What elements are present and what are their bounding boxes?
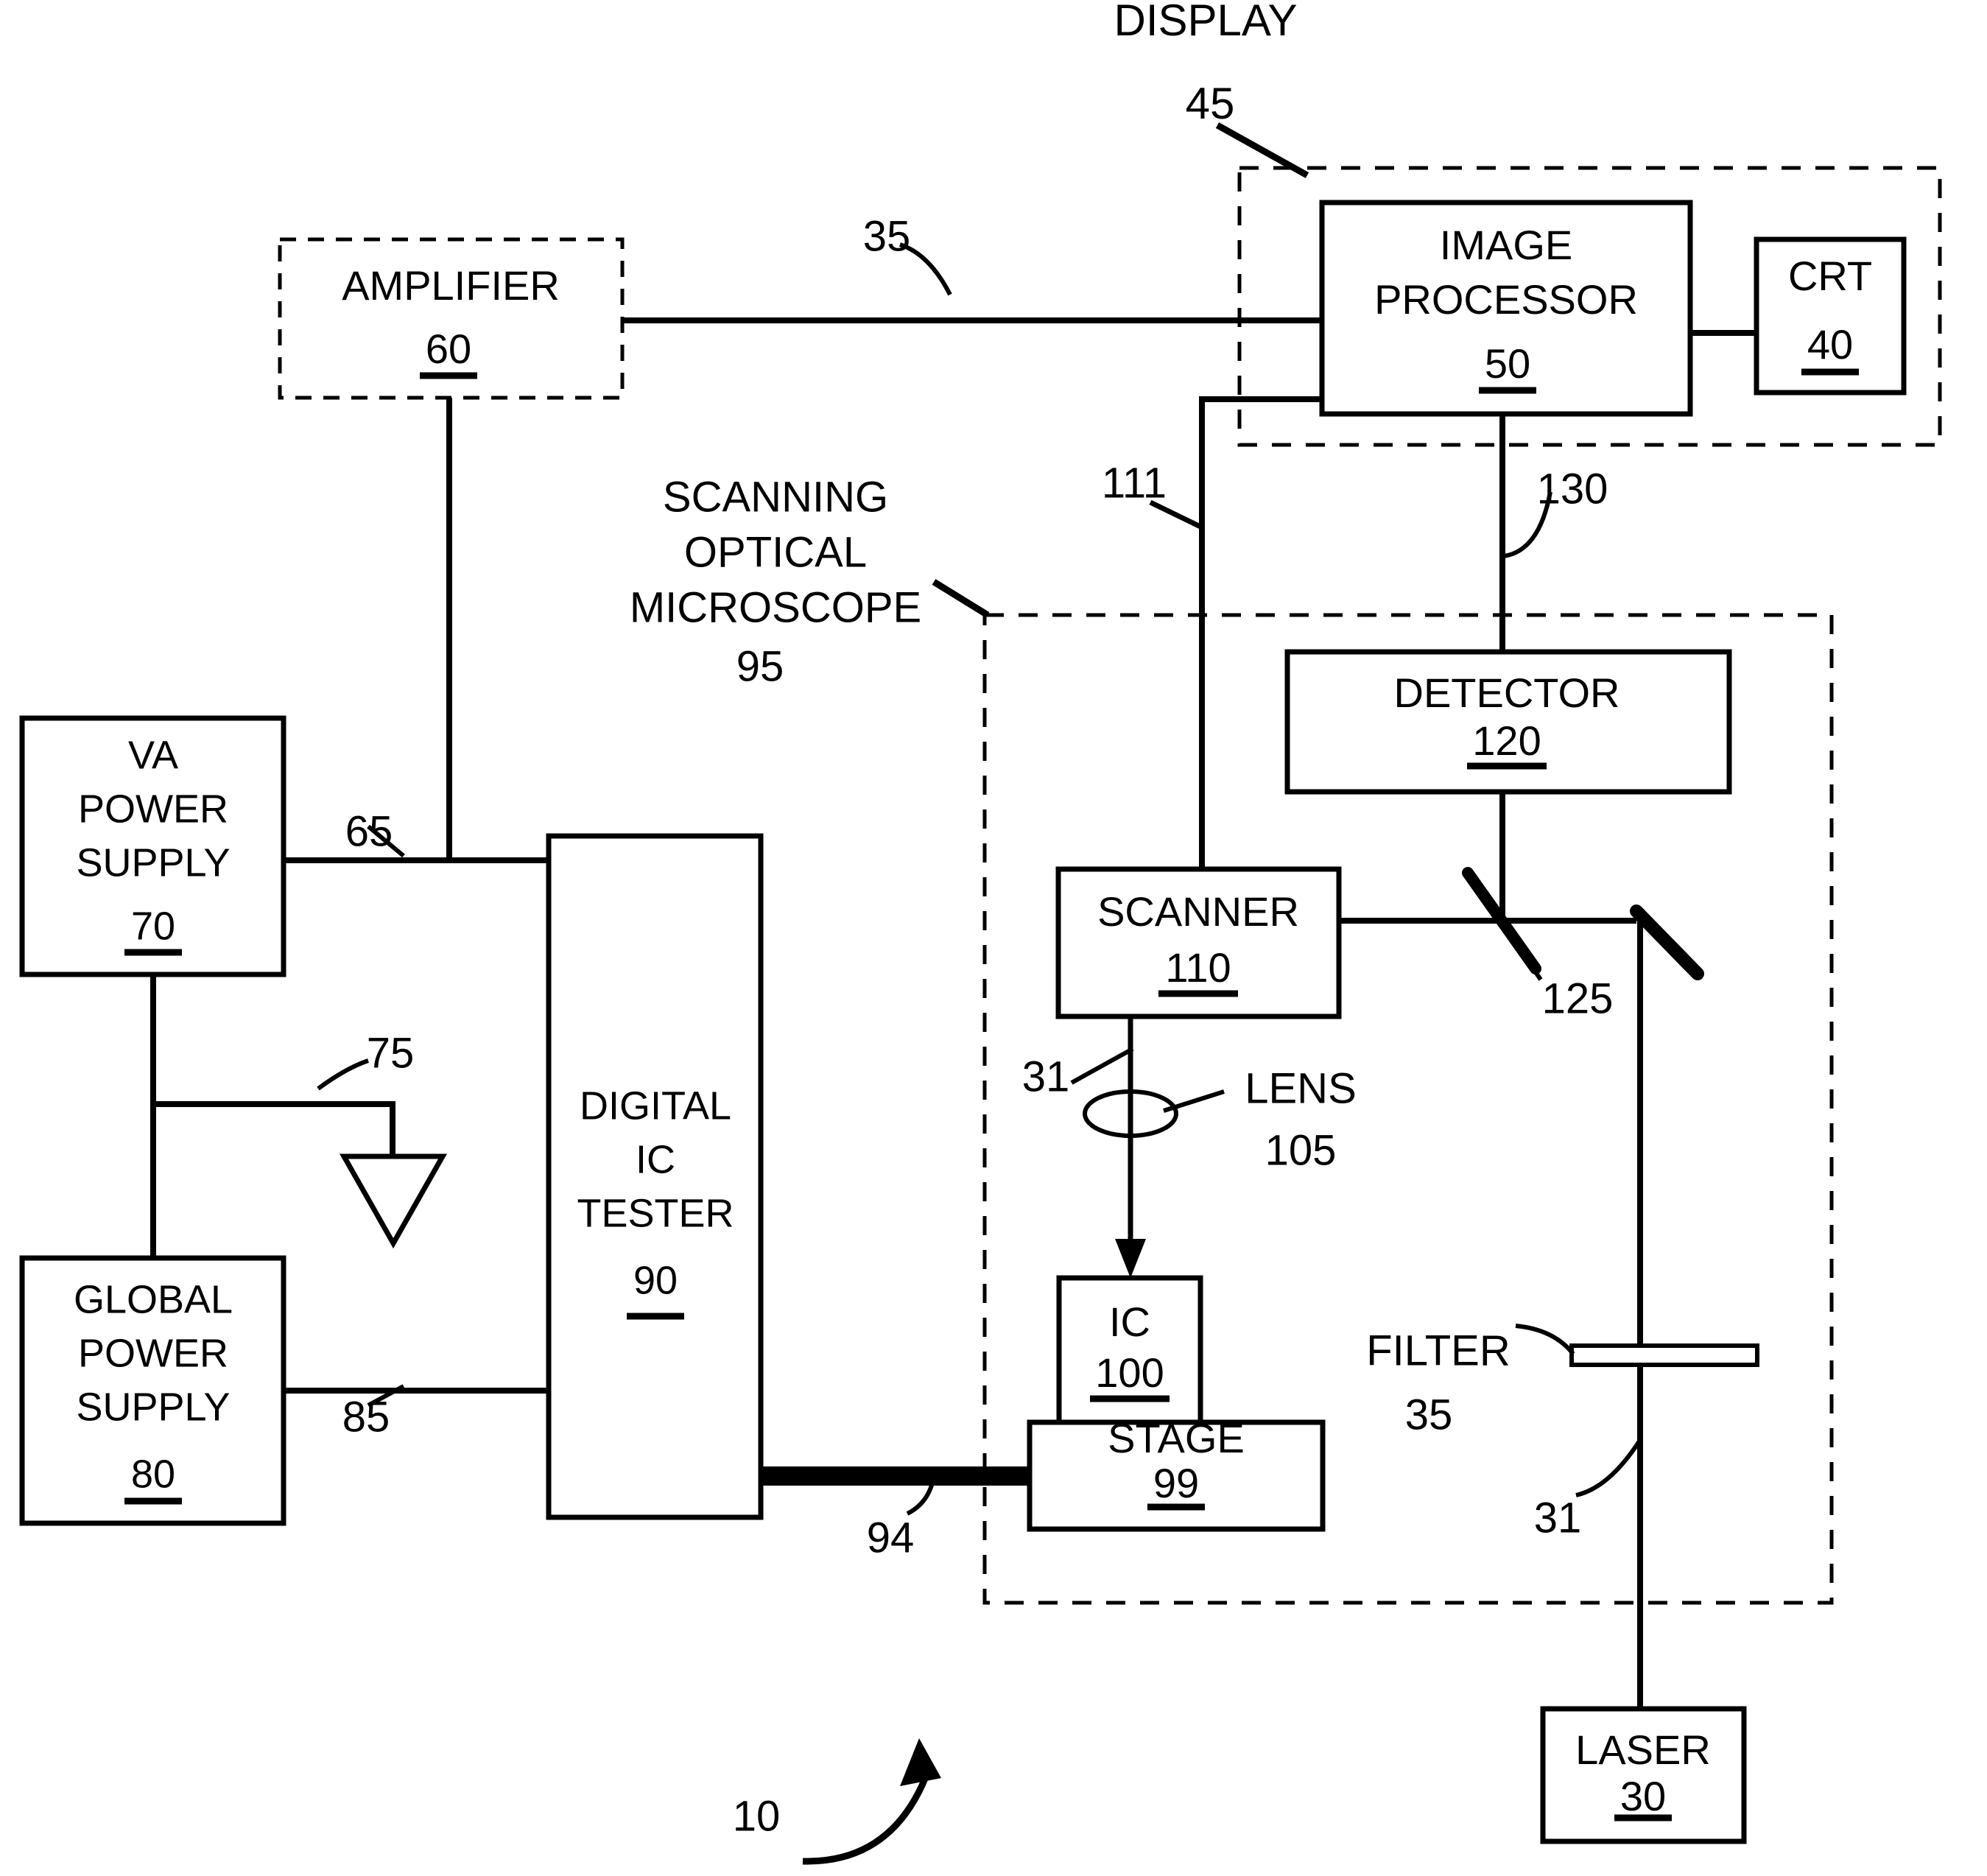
- patent-figure-canvas: AMPLIFIER 60 IMAGE PROCESSOR 50 CRT 40 V…: [0, 0, 1987, 1876]
- digital-ic-tester-label-line1: DIGITAL: [580, 1083, 731, 1128]
- ref-31-upper: 31: [1022, 1053, 1070, 1100]
- global-power-supply-label-line3: SUPPLY: [76, 1385, 230, 1429]
- ref-94: 94: [867, 1514, 915, 1561]
- ref-125: 125: [1542, 974, 1614, 1022]
- beam-arrowhead-to-ic: [1115, 1239, 1146, 1278]
- leader-75: [317, 1058, 369, 1091]
- laser-ref: 30: [1620, 1773, 1666, 1819]
- leader-31-upper: [1070, 1047, 1134, 1085]
- ref-85: 85: [342, 1393, 390, 1441]
- crt-ref: 40: [1807, 321, 1853, 368]
- wire-ground-branch: [153, 1101, 395, 1158]
- filter-label: FILTER: [1366, 1327, 1511, 1374]
- microscope-enclosure-title-line2: OPTICAL: [684, 528, 867, 576]
- digital-ic-tester-label-line2: IC: [636, 1137, 675, 1181]
- amplifier-ref: 60: [426, 326, 471, 372]
- global-power-supply-label-line2: POWER: [78, 1331, 228, 1375]
- ref-35-amplifier-link: 35: [863, 212, 911, 260]
- mirror-element: [1630, 904, 1704, 980]
- ic-label: IC: [1109, 1299, 1150, 1345]
- microscope-enclosure-title-line1: SCANNING: [663, 473, 888, 521]
- display-enclosure-ref: 45: [1186, 79, 1235, 128]
- wire-image-processor-to-scanner: [1199, 396, 1322, 875]
- image-processor-label-line1: IMAGE: [1440, 222, 1572, 268]
- detector-label: DETECTOR: [1394, 670, 1620, 716]
- laser-label: LASER: [1575, 1726, 1711, 1773]
- filter-element: [1569, 1343, 1759, 1367]
- detector-ref: 120: [1472, 717, 1541, 764]
- leader-125: [1502, 925, 1543, 981]
- stage-label: STAGE: [1108, 1415, 1245, 1461]
- digital-ic-tester-label-line3: TESTER: [577, 1191, 734, 1235]
- lens-ref: 105: [1265, 1126, 1337, 1174]
- image-processor-label-line2: PROCESSOR: [1374, 276, 1638, 323]
- global-power-supply-label-line1: GLOBAL: [74, 1277, 233, 1321]
- va-power-supply-label-line1: VA: [128, 733, 178, 777]
- ref-130: 130: [1537, 465, 1608, 513]
- amplifier-label: AMPLIFIER: [342, 262, 560, 309]
- display-leader-line: [1215, 122, 1309, 178]
- scanner-label: SCANNER: [1097, 888, 1299, 935]
- va-power-supply-label-line2: POWER: [78, 787, 228, 831]
- ref-31-lower: 31: [1534, 1494, 1582, 1542]
- filter-ref: 35: [1405, 1391, 1453, 1438]
- ref-111: 111: [1102, 459, 1167, 507]
- system-reference-number: 10: [733, 1792, 781, 1840]
- ref-75: 75: [367, 1029, 415, 1077]
- digital-ic-tester-ref: 90: [633, 1258, 678, 1302]
- ic-ref: 100: [1095, 1349, 1164, 1396]
- leader-filter: [1515, 1324, 1575, 1355]
- display-enclosure-title: DISPLAY: [1114, 0, 1298, 45]
- microscope-enclosure-ref: 95: [736, 642, 784, 690]
- va-power-supply-label-line3: SUPPLY: [76, 840, 230, 885]
- crt-label: CRT: [1788, 253, 1872, 299]
- figure-drawing: AMPLIFIER 60 IMAGE PROCESSOR 50 CRT 40 V…: [19, 0, 1942, 1865]
- microscope-enclosure-title-line3: MICROSCOPE: [630, 583, 921, 631]
- image-processor-ref: 50: [1485, 340, 1530, 387]
- microscope-leader-line: [932, 579, 990, 618]
- ref-65: 65: [345, 807, 393, 855]
- system-reference-arrow: [802, 1774, 930, 1865]
- lens-label: LENS: [1245, 1064, 1357, 1112]
- system-reference-arrowhead: [900, 1738, 941, 1786]
- scanner-ref: 110: [1165, 944, 1231, 991]
- leader-105: [1163, 1089, 1225, 1113]
- global-power-supply-ref: 80: [131, 1452, 175, 1496]
- ground-symbol: [339, 1153, 448, 1249]
- va-power-supply-ref: 70: [131, 904, 175, 948]
- stage-ref: 99: [1153, 1460, 1199, 1506]
- leader-31-lower: [1575, 1438, 1642, 1497]
